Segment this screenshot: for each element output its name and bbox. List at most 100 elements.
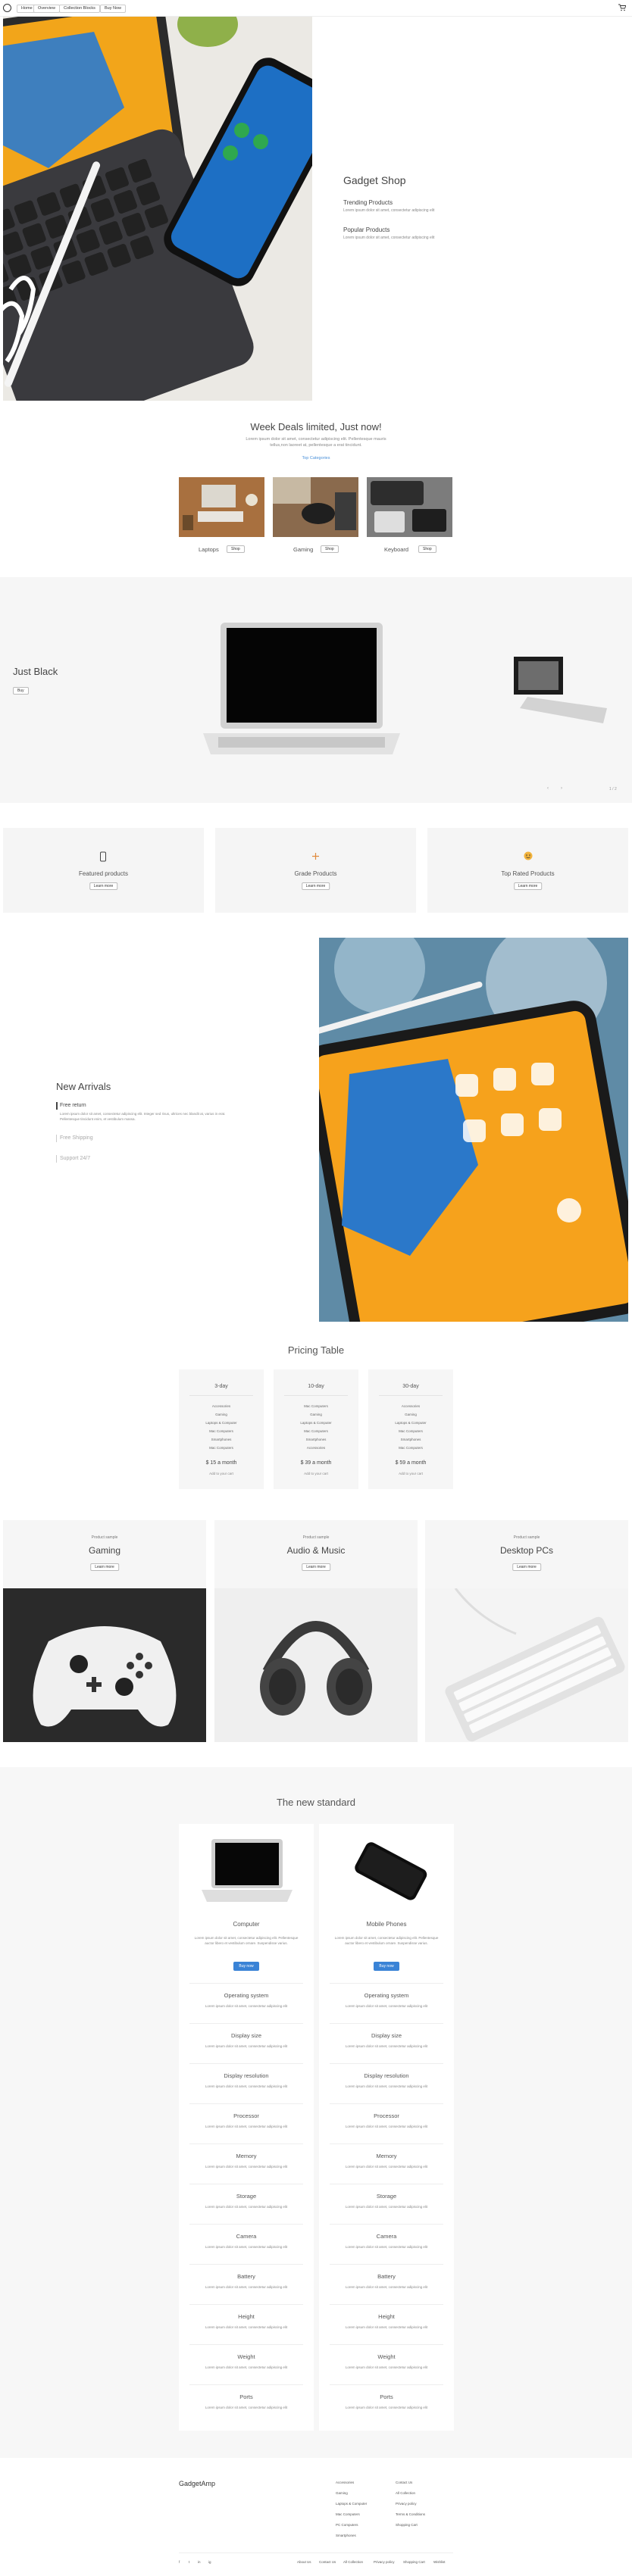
spec-text: Lorem ipsum dolor sit amet, consectetur … xyxy=(345,2044,428,2048)
footer-brand[interactable]: GadgetAmp xyxy=(179,2480,215,2487)
spec-row: Battery Lorem ipsum dolor sit amet, conse… xyxy=(319,2264,454,2304)
category-learn-more-button[interactable]: Learn more xyxy=(90,1563,119,1571)
spec-text: Lorem ipsum dolor sit amet, consectetur … xyxy=(205,2325,288,2329)
hero-trending-title[interactable]: Trending Products xyxy=(343,199,393,206)
spec-row: Display resolution Lorem ipsum dolor sit … xyxy=(319,2063,454,2103)
spec-text: Lorem ipsum dolor sit amet, consectetur … xyxy=(345,2245,428,2249)
spec-text: Lorem ipsum dolor sit amet, consectetur … xyxy=(345,2165,428,2169)
computer-image xyxy=(202,1839,293,1902)
spec-text: Lorem ipsum dolor sit amet, consectetur … xyxy=(205,2245,288,2249)
footer-bottom-link[interactable]: Contact Us xyxy=(319,2560,336,2564)
arrivals-item-support[interactable]: Support 24/7 xyxy=(60,1156,90,1161)
spec-row: Ports Lorem ipsum dolor sit amet, consect… xyxy=(319,2384,454,2425)
spec-text: Lorem ipsum dolor sit amet, consectetur … xyxy=(205,2125,288,2128)
spec-title: Display resolution xyxy=(224,2072,269,2079)
spec-title: Memory xyxy=(376,2153,397,2159)
footer-bottom-link[interactable]: Wishlist xyxy=(433,2560,446,2564)
nav-buy-now[interactable]: Buy Now xyxy=(100,5,127,13)
footer-link[interactable]: Mac Computers xyxy=(336,2512,360,2516)
spec-row: Weight Lorem ipsum dolor sit amet, consec… xyxy=(319,2344,454,2384)
linkedin-icon[interactable]: in xyxy=(198,2560,201,2564)
footer-bottom-link[interactable]: About Us xyxy=(297,2560,311,2564)
slider-next-arrow[interactable]: › xyxy=(561,786,562,791)
spec-title: Display resolution xyxy=(364,2072,409,2079)
shop-gaming-button[interactable]: Shop xyxy=(321,545,339,553)
footer-link[interactable]: Shopping Cart xyxy=(396,2523,418,2527)
nav-collection-blocks[interactable]: Collection Blocks xyxy=(59,5,100,13)
pricing-cart-link[interactable]: Add to your cart xyxy=(368,1472,453,1475)
footer-link[interactable]: Contact Us xyxy=(396,2481,412,2484)
category-learn-more-button[interactable]: Learn more xyxy=(512,1563,541,1571)
mobile-phone-image xyxy=(355,1842,427,1900)
spec-text: Lorem ipsum dolor sit amet, consectetur … xyxy=(345,2205,428,2209)
footer-link[interactable]: All Collection xyxy=(396,2491,415,2495)
spec-text: Lorem ipsum dolor sit amet, consectetur … xyxy=(345,2285,428,2289)
divider xyxy=(284,1395,348,1396)
spec-title: Processor xyxy=(233,2112,259,2119)
buy-now-button[interactable]: Buy now xyxy=(374,1962,399,1971)
shop-keyboard-button[interactable]: Shop xyxy=(418,545,436,553)
pricing-cart-link[interactable]: Add to your cart xyxy=(179,1472,264,1475)
pricing-feature: Accessories xyxy=(401,1404,421,1408)
deal-image-gaming[interactable] xyxy=(273,477,358,537)
feature-learn-more-button[interactable]: Learn more xyxy=(301,882,330,890)
footer-link[interactable]: Smartphones xyxy=(336,2534,356,2537)
comparison-column-name: Computer xyxy=(233,1921,260,1928)
shop-laptops-button[interactable]: Shop xyxy=(227,545,245,553)
facebook-icon[interactable]: f xyxy=(179,2560,180,2564)
hero-popular-title[interactable]: Popular Products xyxy=(343,226,390,233)
instagram-icon[interactable]: ig xyxy=(208,2560,211,2564)
spec-text: Lorem ipsum dolor sit amet, consectetur … xyxy=(345,2365,428,2369)
spec-title: Ports xyxy=(239,2393,253,2400)
plus-icon xyxy=(312,853,319,860)
deal-image-laptops[interactable] xyxy=(179,477,264,537)
slider-counter: 1 / 2 xyxy=(609,787,617,792)
category-card-gaming: Product sample Gaming Learn more xyxy=(3,1520,206,1742)
buy-now-button[interactable]: Buy now xyxy=(233,1962,259,1971)
footer-link[interactable]: PC Computers xyxy=(336,2523,358,2527)
feature-card-grade: Grade Products Learn more xyxy=(215,828,416,913)
pricing-cart-link[interactable]: Add to your cart xyxy=(274,1472,358,1475)
footer-bottom-link[interactable]: All Collection xyxy=(343,2560,363,2564)
deals-link[interactable]: Top Categories xyxy=(0,456,632,461)
arrivals-item-free-shipping[interactable]: Free Shipping xyxy=(60,1135,93,1141)
category-card-audio: Product sample Audio & Music Learn more xyxy=(214,1520,418,1742)
footer xyxy=(0,2458,632,2576)
footer-link[interactable]: Gaming xyxy=(336,2491,348,2495)
footer-link[interactable]: Privacy policy xyxy=(396,2502,417,2506)
slider-prev-arrow[interactable]: ‹ xyxy=(547,786,549,791)
category-learn-more-button[interactable]: Learn more xyxy=(302,1563,330,1571)
deal-label-laptops: Laptops xyxy=(199,546,219,553)
footer-link[interactable]: Terms & Conditions xyxy=(396,2512,425,2516)
feature-label: Top Rated Products xyxy=(501,870,555,877)
slider-buy-button[interactable]: Buy xyxy=(13,687,29,695)
pricing-feature: Accessories xyxy=(306,1446,326,1450)
footer-link[interactable]: Laptops & Computer xyxy=(336,2502,367,2506)
spec-row: Storage Lorem ipsum dolor sit amet, conse… xyxy=(179,2184,314,2224)
deal-image-keyboard[interactable] xyxy=(367,477,452,537)
spec-row: Operating system Lorem ipsum dolor sit am… xyxy=(179,1983,314,2023)
cart-icon[interactable] xyxy=(618,4,626,11)
spec-text: Lorem ipsum dolor sit amet, consectetur … xyxy=(205,2165,288,2169)
category-kicker: Product sample xyxy=(513,1535,540,1540)
hero-image xyxy=(3,17,312,401)
feature-learn-more-button[interactable]: Learn more xyxy=(513,882,543,890)
category-title: Audio & Music xyxy=(286,1545,346,1556)
arrivals-inactive-bar xyxy=(56,1155,57,1163)
spec-text: Lorem ipsum dolor sit amet, consectetur … xyxy=(205,2285,288,2289)
slider-title: Just Black xyxy=(13,666,58,677)
category-title: Gaming xyxy=(88,1545,121,1556)
spec-row: Height Lorem ipsum dolor sit amet, consec… xyxy=(319,2304,454,2344)
nav-overview[interactable]: Overview xyxy=(33,5,60,13)
laptop-side-image xyxy=(512,655,611,729)
spec-title: Weight xyxy=(377,2353,396,2360)
footer-bottom-link[interactable]: Shopping Cart xyxy=(403,2560,425,2564)
feature-learn-more-button[interactable]: Learn more xyxy=(89,882,118,890)
logo-icon[interactable] xyxy=(3,4,11,12)
arrivals-item-free-return[interactable]: Free return xyxy=(60,1103,86,1108)
spec-text: Lorem ipsum dolor sit amet, consectetur … xyxy=(205,2406,288,2409)
pricing-title: Pricing Table xyxy=(287,1344,345,1356)
hero-popular-text: Lorem ipsum dolor sit amet, consectetur … xyxy=(343,236,435,240)
footer-link[interactable]: Accessories xyxy=(336,2481,354,2484)
footer-bottom-link[interactable]: Privacy policy xyxy=(374,2560,395,2564)
